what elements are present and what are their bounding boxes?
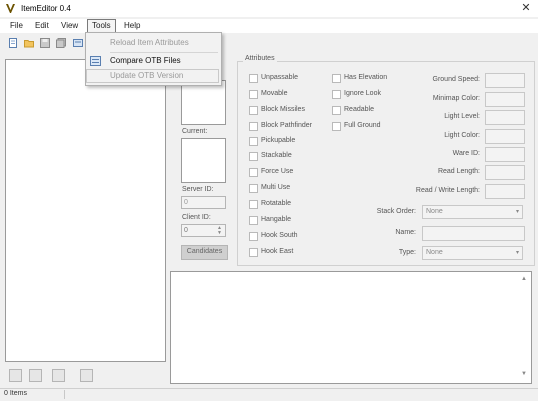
full-ground-label: Full Ground (344, 122, 381, 129)
find-item-icon[interactable] (80, 369, 93, 382)
unpassable-label: Unpassable (261, 74, 298, 81)
ignore-look-checkbox[interactable] (332, 90, 341, 99)
readable-checkbox[interactable] (332, 106, 341, 115)
hook-east-checkbox[interactable] (249, 248, 258, 257)
stack-order-label: Stack Order: (376, 208, 416, 215)
unpassable-checkbox[interactable] (249, 74, 258, 83)
hook-east-label: Hook East (261, 248, 294, 255)
movable-checkbox[interactable] (249, 90, 258, 99)
stepper-arrows-icon[interactable]: ▲ ▼ (217, 226, 222, 236)
force-use-label: Force Use (261, 168, 294, 175)
save-as-icon[interactable] (56, 38, 66, 48)
pickupable-checkbox[interactable] (249, 137, 258, 146)
ware-id-field[interactable] (485, 147, 525, 162)
read-length-field[interactable] (485, 165, 525, 180)
movable-label: Movable (261, 90, 288, 97)
update-otb-version-item[interactable]: Update OTB Version (86, 69, 219, 83)
window-title: ItemEditor 0.4 (21, 4, 71, 13)
has-elevation-checkbox[interactable] (332, 74, 341, 83)
read-write-length-field[interactable] (485, 184, 525, 199)
type-combo[interactable]: None ▾ (422, 246, 523, 260)
readable-label: Readable (344, 106, 374, 113)
multi-use-checkbox[interactable] (249, 184, 258, 193)
has-elevation-label: Has Elevation (344, 74, 388, 81)
pickupable-label: Pickupable (261, 137, 296, 144)
hook-south-label: Hook South (261, 232, 298, 239)
block-pathfinder-label: Block Pathfinder (261, 122, 312, 129)
current-label: Current: (182, 128, 208, 135)
duplicate-item-icon[interactable] (29, 369, 42, 382)
client-id-label: Client ID: (182, 214, 211, 221)
ground-speed-field[interactable] (485, 73, 525, 88)
light-level-field[interactable] (485, 110, 525, 125)
read-length-label: Read Length: (437, 168, 480, 175)
read-write-length-label: Read / Write Length: (415, 187, 480, 194)
block-missiles-label: Block Missiles (261, 106, 305, 113)
save-icon[interactable] (40, 38, 50, 48)
menu-separator (110, 52, 218, 53)
full-ground-checkbox[interactable] (332, 122, 341, 131)
menu-help[interactable]: Help (120, 20, 144, 32)
stack-order-value: None (426, 208, 443, 215)
hangable-checkbox[interactable] (249, 216, 258, 225)
compare-otb-files-item[interactable]: Compare OTB Files (86, 54, 219, 68)
force-use-checkbox[interactable] (249, 168, 258, 177)
menu-view[interactable]: View (57, 20, 82, 32)
hook-south-checkbox[interactable] (249, 232, 258, 241)
light-color-label: Light Color: (444, 132, 480, 139)
settings-icon[interactable] (73, 38, 83, 48)
chevron-down-icon: ▾ (515, 250, 519, 256)
status-bar (0, 388, 538, 401)
menu-edit[interactable]: Edit (31, 20, 53, 32)
ground-speed-label: Ground Speed: (432, 76, 480, 83)
menu-tools[interactable]: Tools (87, 19, 116, 33)
output-log[interactable] (170, 271, 532, 384)
add-item-icon[interactable] (9, 369, 22, 382)
light-level-label: Light Level: (444, 113, 480, 120)
close-button[interactable]: ✕ (516, 1, 536, 16)
current-preview (181, 138, 226, 183)
server-id-field[interactable]: 0 (181, 196, 226, 209)
menu-file[interactable]: File (6, 20, 27, 32)
new-icon[interactable] (8, 38, 18, 48)
reload-item-attributes-item[interactable]: Reload Item Attributes (86, 36, 219, 50)
server-id-label: Server ID: (182, 186, 214, 193)
scroll-down-icon[interactable]: ▼ (521, 371, 527, 377)
name-field[interactable] (422, 226, 525, 241)
tools-dropdown: Reload Item Attributes Compare OTB Files… (85, 32, 222, 86)
reload-item-icon[interactable] (52, 369, 65, 382)
rotatable-label: Rotatable (261, 200, 291, 207)
attributes-title: Attributes (243, 55, 277, 62)
stackable-label: Stackable (261, 152, 292, 159)
scroll-up-icon[interactable]: ▲ (521, 276, 527, 282)
open-icon[interactable] (24, 38, 34, 48)
light-color-field[interactable] (485, 129, 525, 144)
rotatable-checkbox[interactable] (249, 200, 258, 209)
minimap-color-field[interactable] (485, 92, 525, 107)
status-divider (64, 390, 65, 399)
multi-use-label: Multi Use (261, 184, 291, 191)
block-pathfinder-checkbox[interactable] (249, 122, 258, 131)
app-icon (6, 4, 15, 13)
type-value: None (426, 249, 443, 256)
item-list[interactable] (5, 59, 166, 362)
minimap-color-label: Minimap Color: (432, 95, 480, 102)
chevron-down-icon: ▾ (515, 209, 519, 215)
type-label: Type: (398, 249, 416, 256)
title-bar (0, 0, 538, 17)
items-count: 0 Items (4, 390, 27, 397)
hangable-label: Hangable (261, 216, 291, 223)
stack-order-combo[interactable]: None ▾ (422, 205, 523, 219)
stackable-checkbox[interactable] (249, 152, 258, 161)
previous-preview (181, 80, 226, 125)
ignore-look-label: Ignore Look (344, 90, 381, 97)
block-missiles-checkbox[interactable] (249, 106, 258, 115)
candidates-button[interactable]: Candidates (181, 245, 228, 260)
name-label: Name: (395, 229, 416, 236)
ware-id-label: Ware ID: (452, 150, 480, 157)
